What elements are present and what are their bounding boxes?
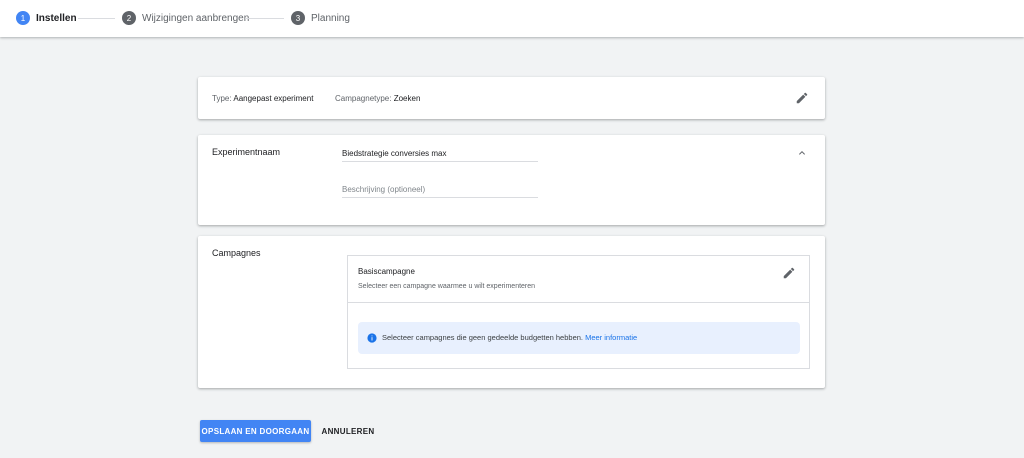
- step-label: Wijzigingen aanbrengen: [142, 12, 250, 24]
- step-instellen[interactable]: 1 Instellen: [16, 10, 77, 26]
- info-icon: [367, 333, 377, 343]
- experiment-name-card: Experimentnaam: [198, 135, 825, 225]
- step-connector: [78, 18, 115, 19]
- step-label: Planning: [311, 12, 350, 24]
- campaigns-card: Campagnes Basiscampagne Selecteer een ca…: [198, 236, 825, 388]
- type-meta: Type: Aangepast experiment: [212, 94, 313, 103]
- campaign-type-value: Zoeken: [393, 94, 421, 103]
- base-campaign-subtitle: Selecteer een campagne waarmee u wilt ex…: [358, 283, 536, 290]
- type-value: Aangepast experiment: [233, 94, 314, 103]
- step-wijzigingen[interactable]: 2 Wijzigingen aanbrengen: [122, 10, 249, 26]
- description-input[interactable]: [342, 182, 538, 197]
- campaign-type-meta: Campagnetype: Zoeken: [335, 94, 420, 103]
- step-connector: [245, 18, 284, 19]
- shared-budget-notice: Selecteer campagnes die geen gedeelde bu…: [358, 322, 800, 354]
- step-planning[interactable]: 3 Planning: [291, 10, 350, 26]
- stepper-bar: 1 Instellen 2 Wijzigingen aanbrengen 3 P…: [0, 0, 1024, 37]
- learn-more-link[interactable]: Meer informatie: [585, 333, 637, 342]
- experiment-name-title: Experimentnaam: [212, 147, 281, 157]
- summary-card: Type: Aangepast experiment Campagnetype:…: [198, 77, 825, 119]
- step-number: 3: [291, 11, 305, 25]
- experiment-name-field[interactable]: [342, 146, 538, 162]
- cancel-button[interactable]: ANNULEREN: [315, 420, 381, 442]
- base-campaign-title: Basiscampagne: [358, 267, 415, 276]
- campaign-type-label: Campagnetype:: [335, 94, 392, 103]
- type-label: Type:: [212, 94, 232, 103]
- save-and-continue-button[interactable]: OPSLAAN EN DOORGAAN: [200, 420, 311, 442]
- description-field[interactable]: [342, 182, 538, 198]
- step-number: 2: [122, 11, 136, 25]
- base-campaign-panel: Basiscampagne Selecteer een campagne waa…: [347, 255, 810, 369]
- step-number: 1: [16, 11, 30, 25]
- base-campaign-header[interactable]: Basiscampagne Selecteer een campagne waa…: [348, 256, 809, 303]
- edit-icon[interactable]: [795, 91, 809, 105]
- step-label: Instellen: [36, 12, 77, 24]
- notice-text: Selecteer campagnes die geen gedeelde bu…: [382, 333, 583, 342]
- experiment-name-input[interactable]: [342, 146, 538, 161]
- campaigns-title: Campagnes: [212, 248, 261, 258]
- edit-icon[interactable]: [782, 266, 796, 280]
- chevron-up-icon[interactable]: [796, 147, 808, 159]
- notice-text-wrap: Selecteer campagnes die geen gedeelde bu…: [382, 333, 637, 342]
